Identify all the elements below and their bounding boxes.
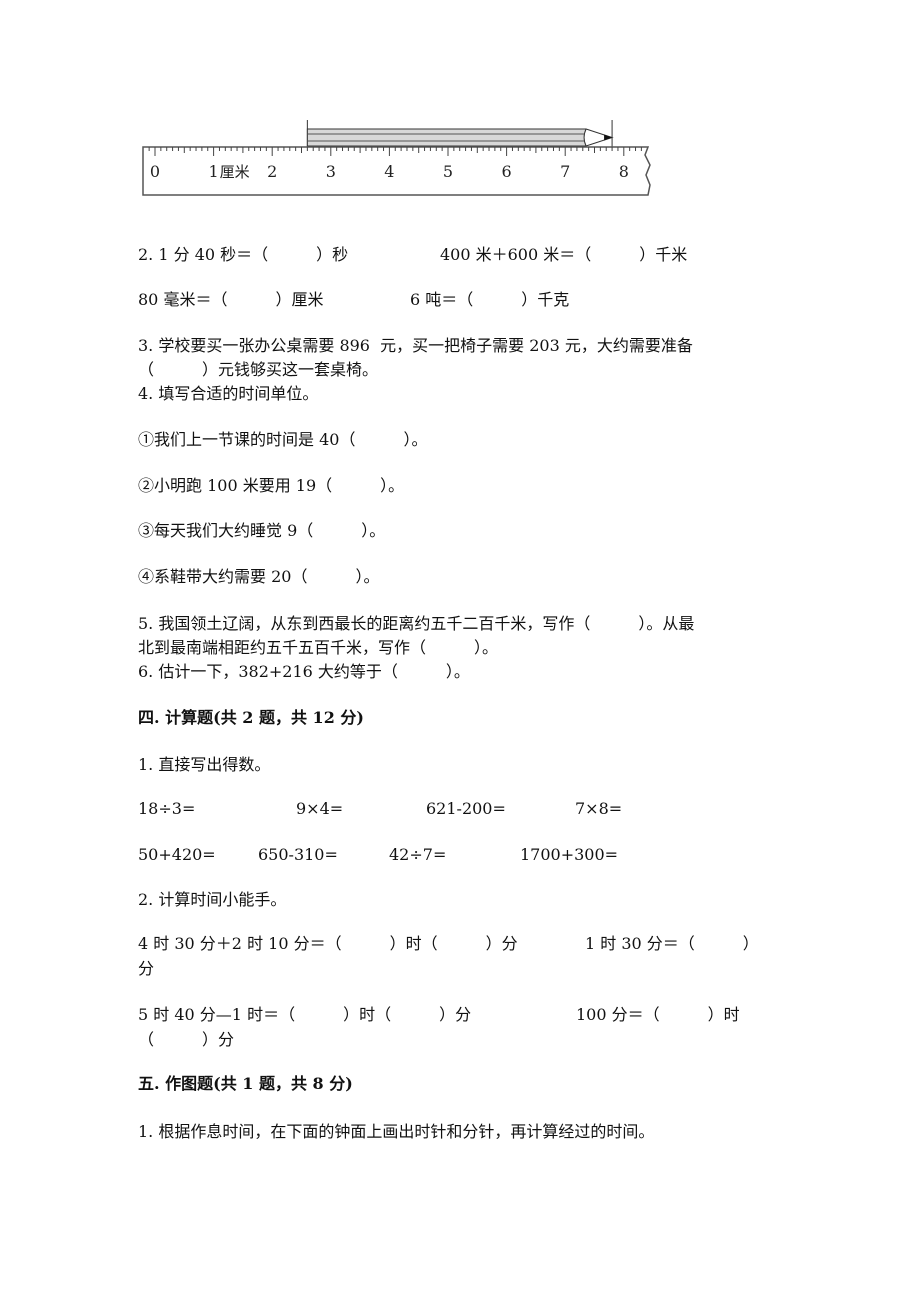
ruler-label: 4 [384, 162, 394, 181]
ruler-label: 6 [502, 162, 512, 181]
q2-line1-a: 2. 1 分 40 秒＝（ ）秒 [138, 245, 349, 264]
calc-item: 621-200= [426, 799, 506, 818]
q5-line1: 5. 我国领土辽阔，从东到西最长的距离约五千二百千米，写作（ ）。从最 [138, 614, 695, 633]
q2-line1-b: 400 米＋600 米＝（ ）千米 [440, 245, 688, 264]
q6-line1: 6. 估计一下，382+216 大约等于（ ）。 [138, 662, 470, 681]
ruler-unit-label: 厘米 [220, 163, 250, 181]
ruler-with-pencil: 0 1 厘米 2 3 4 5 6 7 8 [142, 120, 651, 196]
q2-line2-b: 6 吨＝（ ）千克 [410, 290, 570, 309]
time-line1-wrap: 分 [138, 959, 155, 978]
q4-item-4: ④系鞋带大约需要 20（ ）。 [138, 567, 380, 586]
ruler-label: 5 [443, 162, 453, 181]
ruler-label: 0 [150, 162, 160, 181]
pencil-icon [306, 120, 614, 147]
time-line2-b: 100 分＝（ ）时 [576, 1005, 740, 1024]
calc-item: 9×4= [296, 799, 344, 818]
q3-line2: （ ）元钱够买这一套桌椅。 [138, 360, 379, 379]
section4-q2-title: 2. 计算时间小能手。 [138, 890, 287, 909]
time-line2-wrap: （ ）分 [138, 1030, 235, 1049]
calc-item: 650-310= [258, 845, 338, 864]
time-line1-b: 1 时 30 分＝（ ） [585, 934, 759, 953]
q4-title: 4. 填写合适的时间单位。 [138, 384, 319, 403]
q3-line1: 3. 学校要买一张办公桌需要 896 元，买一把椅子需要 203 元，大约需要准… [138, 336, 693, 355]
pencil-body [306, 128, 587, 147]
calc-item: 18÷3= [138, 799, 196, 818]
calc-item: 7×8= [575, 799, 623, 818]
q2-line2-a: 80 毫米＝（ ）厘米 [138, 290, 324, 309]
ruler-label: 8 [619, 162, 629, 181]
ruler-label: 7 [560, 162, 570, 181]
q4-item-3: ③每天我们大约睡觉 9（ ）。 [138, 521, 386, 540]
q4-item-1: ①我们上一节课的时间是 40（ ）。 [138, 430, 428, 449]
ruler-label: 2 [267, 162, 277, 181]
ruler-label: 3 [326, 162, 336, 181]
calc-item: 1700+300= [520, 845, 619, 864]
section4-q1-title: 1. 直接写出得数。 [138, 755, 271, 774]
calc-item: 50+420= [138, 845, 216, 864]
pencil-lead [604, 134, 613, 141]
q4-item-2: ②小明跑 100 米要用 19（ ）。 [138, 476, 405, 495]
section4-heading: 四. 计算题(共 2 题，共 12 分) [138, 708, 364, 727]
time-line2-a: 5 时 40 分—1 时＝（ ）时（ ）分 [138, 1005, 472, 1024]
time-line1-a: 4 时 30 分＋2 时 10 分＝（ ）时（ ）分 [138, 934, 518, 953]
calc-item: 42÷7= [389, 845, 447, 864]
ruler-figure: 0 1 厘米 2 3 4 5 6 7 8 [130, 110, 660, 210]
q5-line2: 北到最南端相距约五千五百千米，写作（ ）。 [138, 638, 499, 657]
section5-q1: 1. 根据作息时间，在下面的钟面上画出时针和分针，再计算经过的时间。 [138, 1122, 655, 1141]
section5-heading: 五. 作图题(共 1 题，共 8 分) [138, 1074, 353, 1093]
ruler-label: 1 [209, 162, 219, 181]
